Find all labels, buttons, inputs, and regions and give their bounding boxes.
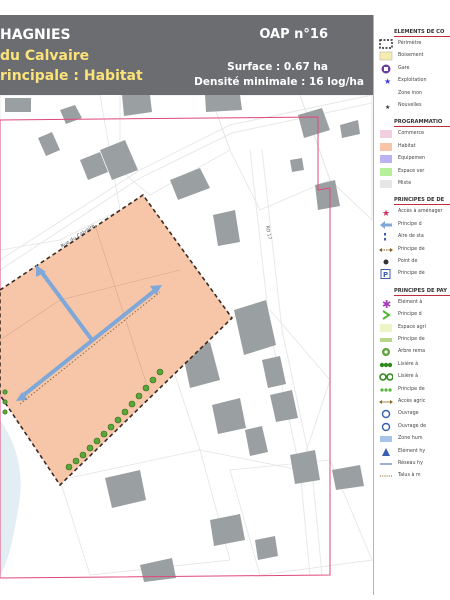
access-star-icon: ★: [382, 209, 390, 217]
green-chevron-icon: [382, 310, 391, 321]
mixed-swatch-icon: [380, 180, 392, 188]
legend-item-label: Lisière à: [398, 361, 419, 367]
legend-item-label: Arbre rema: [398, 349, 426, 355]
blue-band-icon: [380, 436, 392, 443]
commune-name: HAGNIES: [0, 27, 71, 43]
blue-line-icon: [380, 463, 392, 465]
green-dots-icon: [380, 387, 392, 392]
blank-icon: [379, 89, 393, 99]
hedge-line-icon: [379, 362, 393, 367]
pond-area: [0, 420, 21, 575]
purple-asterisk-icon: ✱: [382, 298, 391, 308]
green-band-icon: [380, 338, 392, 342]
woodland-swatch-icon: [379, 52, 393, 61]
legend-item-label: Ouvrage: [398, 411, 419, 417]
legend-item-label: Equipemen: [398, 156, 426, 162]
svg-text:★: ★: [385, 104, 390, 111]
parking-dots-icon: [384, 233, 386, 241]
equipment-swatch-icon: [380, 155, 392, 164]
legend-item-label: Réseau hy: [398, 461, 423, 466]
legend-section-title: ELEMENTS DE CO: [394, 29, 450, 37]
legend-item-label: Gare: [398, 65, 410, 71]
parking-p-icon: P: [380, 269, 391, 280]
legend-item-label: Principe de: [398, 271, 425, 277]
legend-item-label: Nouvelles: [398, 103, 422, 108]
surface-value: Surface : 0.67 ha: [227, 61, 328, 73]
legend-item-label: Ouvrage de: [398, 423, 427, 429]
legend-item-label: Talus à m: [398, 473, 421, 479]
legend-item-label: Mixte: [398, 181, 412, 186]
pale-green-swatch-icon: [380, 323, 392, 332]
legend-section-title: PRINCIPES DE PAY: [394, 288, 450, 296]
svg-text:✱: ✱: [382, 298, 391, 308]
green-space-swatch-icon: [380, 167, 392, 176]
habitat-swatch-icon: [380, 142, 392, 151]
svg-text:P: P: [383, 271, 388, 279]
legend-item-label: Aire de sta: [398, 234, 424, 240]
dashed-frame-icon: [379, 39, 393, 49]
legend-item-label: Accès agric: [398, 399, 426, 404]
legend-item-label: Exploitation: [398, 78, 427, 84]
legend-item-label: Zone inon: [398, 90, 423, 96]
double-circle-icon: [379, 373, 393, 381]
triangle-icon: [382, 447, 390, 456]
oap-number: OAP n°16: [259, 27, 328, 42]
legend-item-label: Lisière à: [398, 374, 419, 380]
legend-item-label: Zone hum: [398, 436, 423, 442]
legend-section-title: PRINCIPES DE DE: [394, 197, 450, 205]
station-circle-icon: [381, 64, 391, 74]
legend-item-label: Principe de: [398, 386, 425, 392]
legend-item-label: Périmètre: [398, 41, 422, 46]
legend-section-title: PROGRAMMATIO: [394, 119, 450, 127]
site-name: du Calvaire: [0, 48, 90, 64]
legend-item-label: Point de: [398, 259, 418, 264]
oap-header: HAGNIES du Calvaire rincipale : Habitat …: [0, 15, 374, 95]
map-legend: ELEMENTS DE CO Périmètre Boisement Gare ★ Exp…: [373, 15, 450, 595]
density-value: Densité minimale : 16 log/ha: [194, 76, 364, 88]
legend-item-label: Elément à: [398, 299, 423, 305]
blue-ring-icon: [381, 410, 391, 419]
point-icon: [383, 259, 389, 265]
blue-ring-icon: [381, 422, 391, 431]
double-arrow-icon: [379, 400, 393, 404]
legend-item-label: Principe de: [398, 337, 425, 342]
commerce-swatch-icon: [380, 130, 392, 139]
tree-circle-icon: [382, 348, 390, 357]
legend-item-label: Espace ver: [398, 168, 425, 174]
svg-text:★: ★: [382, 209, 390, 217]
blue-arrow-icon: [380, 220, 392, 229]
site-vocation: rincipale : Habitat: [0, 68, 143, 84]
small-star-icon: ★: [385, 104, 390, 111]
legend-item-label: Accès à aménager: [398, 209, 443, 215]
legend-item-label: Espace agri: [398, 324, 426, 330]
legend-item-label: Principe de: [398, 246, 425, 252]
legend-item-label: Boisement: [398, 53, 424, 59]
brown-arrow-icon: [379, 247, 393, 252]
dotted-line-icon: [380, 475, 392, 477]
legend-item-label: Elément hy: [398, 448, 426, 454]
star-icon: ★: [384, 77, 391, 86]
legend-item-label: Principe d: [398, 221, 422, 227]
legend-item-label: Habitat: [398, 143, 416, 149]
svg-text:★: ★: [384, 77, 391, 86]
legend-item-label: Commerce: [398, 131, 425, 137]
legend-item-label: Principe d: [398, 312, 422, 318]
